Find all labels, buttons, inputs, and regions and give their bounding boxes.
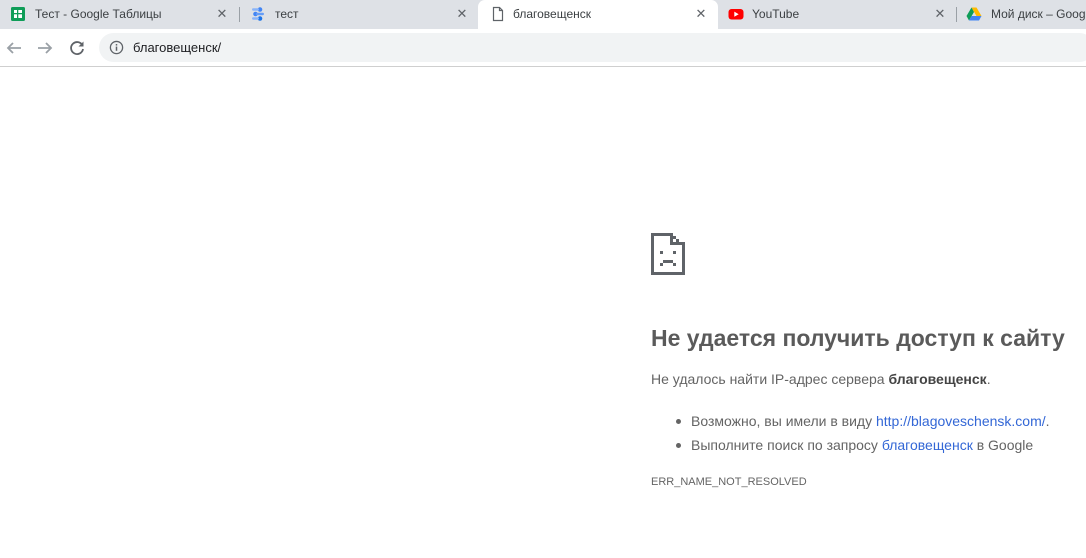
address-bar[interactable]: благовещенск/	[99, 33, 1086, 62]
suggestion-suffix: .	[1045, 413, 1050, 429]
close-icon[interactable]: ✕	[454, 6, 470, 22]
tab-title: YouTube	[752, 7, 800, 21]
error-description-suffix: .	[986, 371, 991, 387]
error-description: Не удалось найти IP-адрес сервера благов…	[651, 370, 991, 388]
error-description-text: Не удалось найти IP-адрес сервера	[651, 371, 889, 387]
google-drive-icon	[966, 7, 982, 21]
suggested-url-link[interactable]: http://blagoveschensk.com/	[876, 413, 1046, 429]
youtube-icon	[728, 9, 744, 20]
suggestion-text: Возможно, вы имели в виду	[691, 413, 876, 429]
tab-blagoveshchensk[interactable]: благовещенск ✕	[478, 0, 718, 29]
error-host: благовещенск	[888, 371, 987, 387]
sad-page-icon	[651, 233, 685, 275]
search-query-link[interactable]: благовещенск	[882, 437, 973, 453]
close-icon[interactable]: ✕	[693, 6, 709, 22]
tab-google-sheets[interactable]: Тест - Google Таблицы ✕	[0, 0, 239, 29]
page-icon	[492, 6, 504, 22]
google-sheets-icon	[11, 7, 25, 21]
tab-youtube[interactable]: YouTube ✕	[718, 0, 956, 29]
suggestions-list: Возможно, вы имели в виду http://blagove…	[651, 409, 1050, 457]
reload-icon[interactable]	[66, 37, 88, 59]
close-icon[interactable]: ✕	[932, 6, 948, 22]
google-data-studio-icon	[252, 7, 264, 21]
suggestion-suffix: в Google	[972, 437, 1034, 453]
back-arrow-icon[interactable]	[3, 37, 25, 59]
url-text[interactable]: благовещенск/	[133, 40, 221, 55]
list-item: Возможно, вы имели в виду http://blagove…	[651, 409, 1050, 433]
list-item: Выполните поиск по запросу благовещенск …	[651, 433, 1050, 457]
tab-google-drive[interactable]: Мой диск – Goog	[957, 0, 1086, 29]
error-code: ERR_NAME_NOT_RESOLVED	[651, 476, 807, 488]
tab-strip: Тест - Google Таблицы ✕ тест ✕ благовеще…	[0, 0, 1086, 29]
info-icon[interactable]	[109, 40, 124, 55]
suggestion-text: Выполните поиск по запросу	[691, 437, 882, 453]
browser-toolbar: благовещенск/	[0, 29, 1086, 67]
tab-title: тест	[275, 7, 299, 21]
forward-arrow-icon[interactable]	[34, 37, 56, 59]
close-icon[interactable]: ✕	[214, 6, 230, 22]
tab-title: благовещенск	[513, 7, 591, 21]
tab-title: Мой диск – Goog	[991, 7, 1086, 21]
tab-test[interactable]: тест ✕	[240, 0, 478, 29]
tab-title: Тест - Google Таблицы	[35, 7, 162, 21]
error-title: Не удается получить доступ к сайту	[651, 325, 1065, 351]
